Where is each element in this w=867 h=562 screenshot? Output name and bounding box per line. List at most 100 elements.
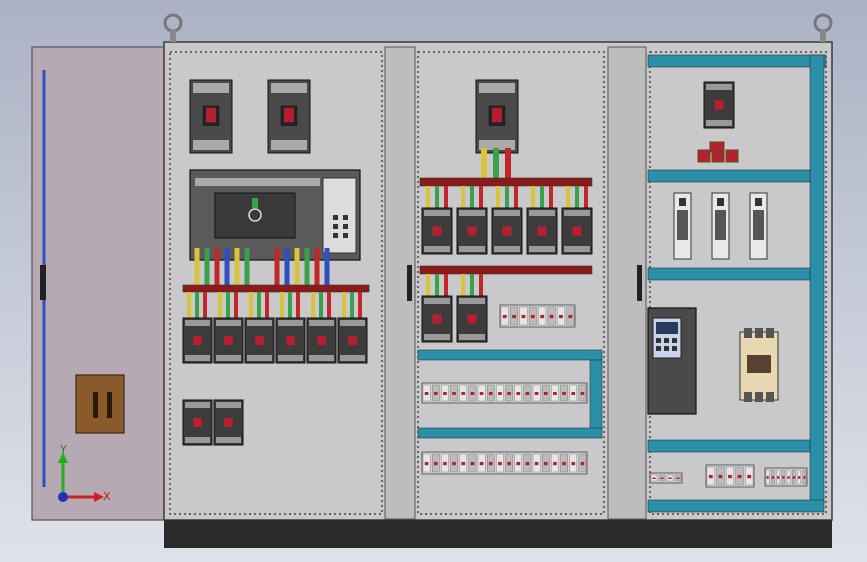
breaker-toggle[interactable] [572, 226, 582, 236]
feeder-breaker-left-lower-1[interactable] [182, 399, 213, 446]
terminal-marker [498, 392, 502, 395]
breaker-terminals [247, 355, 272, 361]
transfer-switch-flag [252, 198, 258, 208]
feeder-breaker-middle-lower-1[interactable] [421, 295, 453, 343]
terminal-marker [668, 477, 672, 479]
breaker-terminals [185, 355, 210, 361]
terminal-marker [718, 474, 723, 479]
controller-button[interactable] [343, 233, 348, 238]
vfd-key[interactable] [672, 346, 677, 351]
transfer-switch[interactable] [189, 169, 361, 261]
mccb-main-2[interactable] [267, 79, 311, 154]
door-latch-right[interactable] [637, 265, 642, 301]
breaker-toggle[interactable] [502, 226, 512, 236]
vfd-key[interactable] [656, 346, 661, 351]
feeder-breaker-middle-3[interactable] [491, 207, 523, 255]
terminal-marker [479, 461, 484, 466]
breaker-terminals [459, 246, 485, 252]
breaker-terminals [459, 210, 485, 216]
feeder-breaker-left-5[interactable] [306, 317, 337, 364]
breaker-terminals [185, 437, 210, 443]
breaker-terminals [185, 320, 210, 326]
door-latch-middle[interactable] [407, 265, 412, 301]
breaker-terminals [706, 120, 732, 126]
breaker-terminals [185, 402, 210, 408]
feeder-breaker-left-1[interactable] [182, 317, 213, 364]
breaker-toggle[interactable] [286, 336, 295, 345]
terminal-marker [728, 474, 732, 479]
mccb-top-terminals [271, 83, 307, 93]
feeder-breaker-middle-4[interactable] [526, 207, 558, 255]
breaker-terminals [216, 437, 241, 443]
terminal-marker [521, 314, 526, 319]
mccb-handle[interactable] [283, 107, 295, 123]
vfd-key[interactable] [672, 338, 677, 343]
breaker-toggle[interactable] [537, 226, 547, 236]
breaker-toggle[interactable] [432, 314, 442, 324]
breaker-toggle[interactable] [224, 418, 233, 427]
feeder-breaker-middle-lower-2[interactable] [456, 295, 488, 343]
terminal-marker [507, 461, 511, 466]
feeder-breaker-left-2[interactable] [213, 317, 244, 364]
terminal-marker [708, 474, 713, 479]
fuse-holder-1[interactable] [673, 192, 692, 260]
cad-viewport: Y X [0, 0, 867, 562]
breaker-toggle[interactable] [467, 314, 477, 324]
contactor-terminal [744, 328, 752, 338]
door-handle[interactable] [40, 265, 46, 300]
feeder-breaker-left-3[interactable] [244, 317, 275, 364]
breaker-toggle[interactable] [714, 100, 724, 110]
bus-bar-middle-lower [419, 265, 593, 275]
controller-button[interactable] [333, 215, 338, 220]
transfer-controller[interactable] [322, 177, 357, 254]
breaker-toggle[interactable] [467, 226, 477, 236]
mccb-middle[interactable] [475, 79, 519, 154]
vfd-key[interactable] [664, 338, 669, 343]
transfer-switch-terminals [195, 178, 320, 186]
terminal-marker [479, 392, 484, 395]
control-breaker-right[interactable] [703, 81, 735, 129]
terminal-marker [461, 392, 466, 395]
breaker-toggle[interactable] [193, 418, 202, 427]
terminal-marker [766, 476, 769, 479]
contactor[interactable] [739, 328, 779, 402]
vfd-key[interactable] [656, 338, 661, 343]
breaker-toggle[interactable] [348, 336, 357, 345]
breaker-toggle[interactable] [193, 336, 202, 345]
breaker-toggle[interactable] [224, 336, 233, 345]
mccb-main-1[interactable] [189, 79, 233, 154]
breaker-toggle[interactable] [432, 226, 442, 236]
variable-frequency-drive[interactable] [647, 307, 697, 415]
breaker-toggle[interactable] [317, 336, 326, 345]
feeder-breaker-left-lower-2[interactable] [213, 399, 244, 446]
open-door[interactable] [31, 46, 167, 521]
feeder-breaker-left-6[interactable] [337, 317, 368, 364]
terminal-marker [771, 476, 774, 479]
terminal-marker [652, 477, 656, 479]
cabinet-plinth [164, 520, 832, 548]
terminal-marker [549, 314, 554, 319]
mccb-handle[interactable] [205, 107, 217, 123]
terminal-marker [470, 392, 475, 395]
feeder-breaker-middle-1[interactable] [421, 207, 453, 255]
vfd-key[interactable] [664, 346, 669, 351]
controller-button[interactable] [333, 233, 338, 238]
breaker-terminals [424, 298, 450, 304]
terminal-marker [747, 474, 752, 479]
controller-button[interactable] [333, 224, 338, 229]
feeder-breaker-left-4[interactable] [275, 317, 306, 364]
fuse-holder-2[interactable] [711, 192, 730, 260]
terminal-marker [433, 461, 438, 466]
pilot-lamp [725, 149, 739, 163]
breaker-toggle[interactable] [255, 336, 264, 345]
terminal-marker [516, 461, 521, 466]
breaker-terminals [216, 320, 241, 326]
fuse-holder-3[interactable] [749, 192, 768, 260]
mccb-handle[interactable] [491, 107, 503, 123]
feeder-breaker-middle-2[interactable] [456, 207, 488, 255]
feeder-breaker-middle-5[interactable] [561, 207, 593, 255]
controller-button[interactable] [343, 215, 348, 220]
terminal-strip-right-c [764, 467, 808, 487]
controller-button[interactable] [343, 224, 348, 229]
terminal-marker [543, 392, 548, 395]
